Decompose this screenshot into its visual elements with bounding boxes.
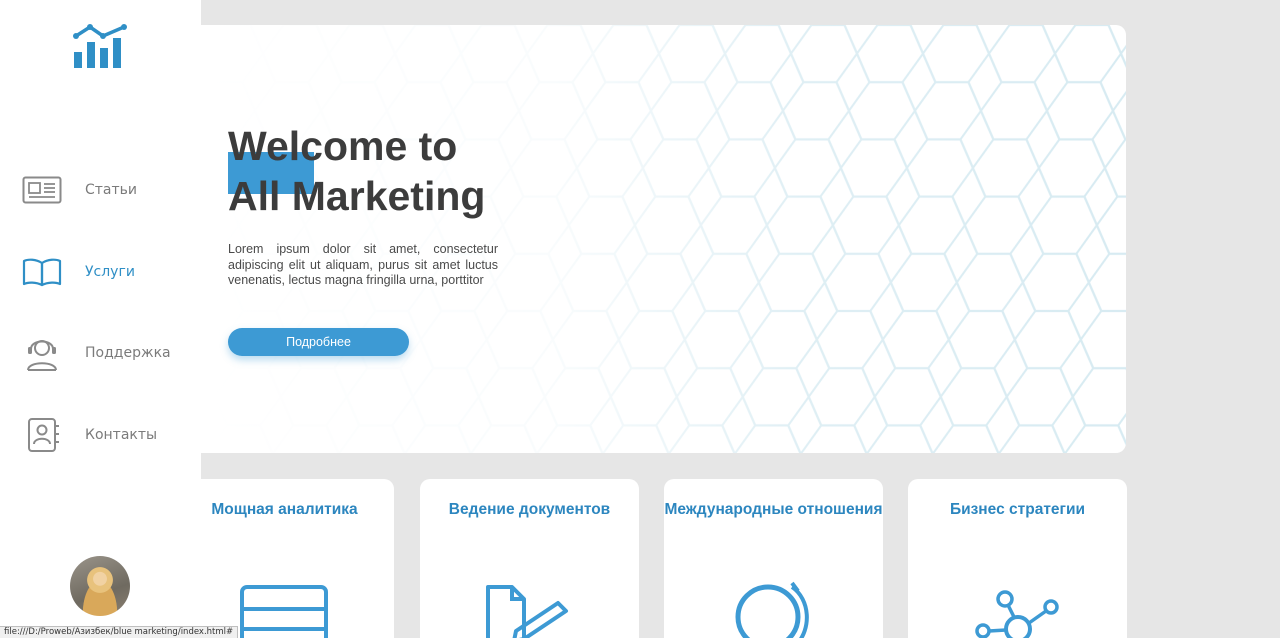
hero-description: Lorem ipsum dolor sit amet, consectetur … (228, 242, 498, 287)
bar-chart-trend-logo[interactable] (73, 22, 129, 72)
card-documents[interactable]: Ведение документов (420, 479, 639, 638)
card-title: Бизнес стратегии (949, 501, 1086, 518)
book-icon (22, 254, 64, 290)
globe-icon (735, 581, 809, 638)
user-avatar[interactable] (70, 556, 130, 616)
card-strategy[interactable]: Бизнес стратегии (908, 479, 1127, 638)
card-title: Мощная аналитика (211, 501, 358, 518)
sidebar-item-label: Статьи (85, 182, 138, 198)
card-title: Международные отношения (664, 501, 883, 518)
hexagon-pattern (201, 25, 1126, 453)
sidebar-item-contacts[interactable]: Контакты (22, 415, 192, 455)
network-nodes-icon (975, 590, 1059, 638)
sidebar-item-label: Услуги (85, 264, 135, 280)
card-analytics[interactable]: Мощная аналитика (175, 479, 394, 638)
status-bar-url: file:///D:/Proweb/Азизбек/blue marketing… (0, 626, 239, 638)
hero-banner: Welcome to All Marketing Lorem ipsum dol… (201, 25, 1126, 453)
sidebar-item-label: Поддержка (85, 345, 171, 361)
sidebar-item-support[interactable]: Поддержка (22, 333, 192, 373)
hero-title-line2: All Marketing (228, 173, 486, 219)
support-headset-icon (22, 335, 64, 371)
card-international[interactable]: Международные отношения (664, 479, 883, 638)
hero-title: Welcome to All Marketing (228, 121, 608, 221)
sidebar-item-services[interactable]: Услуги (22, 252, 192, 292)
document-edit-icon (486, 585, 568, 638)
sidebar-item-label: Контакты (85, 427, 158, 443)
contacts-book-icon (22, 417, 64, 453)
more-details-button[interactable]: Подробнее (228, 328, 409, 356)
sidebar-item-articles[interactable]: Статьи (22, 170, 192, 210)
sidebar: Статьи Услуги Поддержка Контакты (0, 0, 201, 638)
card-title: Ведение документов (448, 501, 611, 518)
hero-title-line1: Welcome to (228, 123, 458, 169)
newspaper-icon (22, 172, 64, 208)
